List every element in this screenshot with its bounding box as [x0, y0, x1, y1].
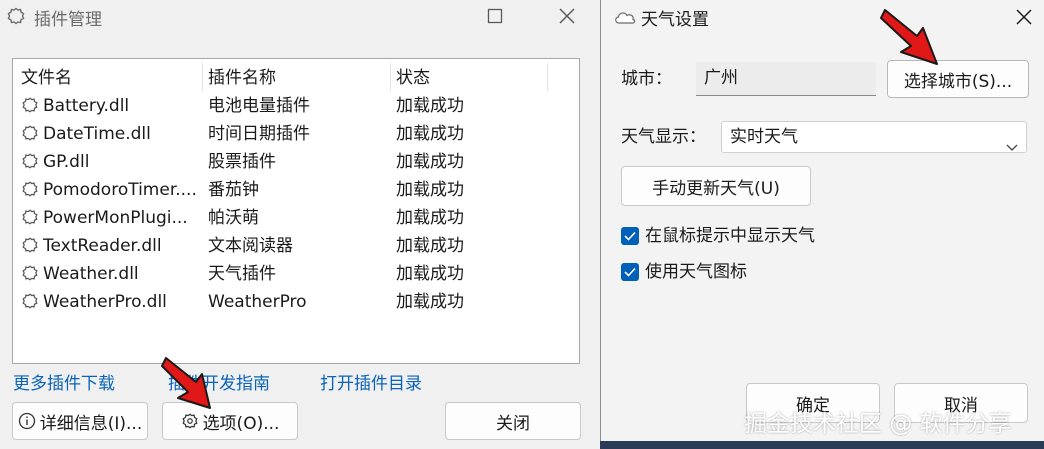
plugin-list[interactable]: 文件名 插件名称 状态 Battery.dll 电池电量插件 加载成功 Date… — [12, 58, 580, 364]
row-filename: Weather.dll — [43, 264, 139, 284]
city-label: 城市： — [621, 69, 672, 89]
info-icon — [18, 412, 35, 430]
manual-update-button-label: 手动更新天气(U) — [652, 178, 780, 199]
city-value: 广州 — [704, 68, 738, 88]
open-plugin-dir-link[interactable]: 打开插件目录 — [320, 372, 422, 396]
table-row[interactable]: GP.dll 股票插件 加载成功 — [13, 148, 573, 176]
details-button-label: 详细信息(I)... — [39, 413, 143, 434]
row-status: 加载成功 — [396, 96, 464, 116]
column-header-status[interactable]: 状态 — [396, 65, 430, 91]
row-status: 加载成功 — [396, 152, 464, 172]
row-plugin-name: 天气插件 — [208, 264, 276, 284]
manual-update-button[interactable]: 手动更新天气(U) — [621, 166, 811, 206]
column-header-plugin-name[interactable]: 插件名称 — [208, 65, 276, 91]
checkmark-icon — [624, 231, 636, 241]
row-status: 加载成功 — [396, 236, 464, 256]
row-status: 加载成功 — [396, 208, 464, 228]
show-in-tooltip-label[interactable]: 在鼠标提示中显示天气 — [645, 224, 815, 248]
more-plugins-link[interactable]: 更多插件下载 — [13, 372, 115, 396]
close-icon[interactable] — [558, 7, 576, 29]
table-row[interactable]: TextReader.dll 文本阅读器 加载成功 — [13, 232, 573, 260]
use-weather-icon-label[interactable]: 使用天气图标 — [645, 260, 747, 284]
column-separator[interactable] — [547, 63, 548, 91]
row-plugin-name: 电池电量插件 — [208, 96, 310, 116]
row-filename: PomodoroTimer.... — [43, 180, 197, 200]
column-separator[interactable] — [390, 63, 391, 91]
row-filename: TextReader.dll — [43, 236, 162, 256]
plugin-gear-icon — [22, 293, 38, 309]
row-plugin-name: 番茄钟 — [208, 180, 259, 200]
use-weather-icon-checkbox[interactable] — [621, 263, 639, 281]
plugin-gear-icon — [22, 181, 38, 197]
table-row[interactable]: PowerMonPlugi... 帕沃萌 加载成功 — [13, 204, 573, 232]
cloud-icon — [613, 7, 637, 31]
plugin-gear-icon — [22, 125, 38, 141]
gear-icon — [182, 413, 198, 429]
row-filename: GP.dll — [43, 152, 90, 172]
desktop-strip — [600, 441, 1044, 449]
column-separator[interactable] — [202, 63, 203, 91]
table-row[interactable]: WeatherPro.dll WeatherPro 加载成功 — [13, 288, 573, 316]
plugin-gear-icon — [22, 265, 38, 281]
select-city-button-label: 选择城市(S)... — [903, 71, 1013, 92]
close-button-label: 关闭 — [496, 413, 530, 434]
weather-settings-window: 天气设置 城市： 广州 选择城市(S)... 天气显示： 实时天气 手动更新天气… — [600, 0, 1044, 449]
table-row[interactable]: Battery.dll 电池电量插件 加载成功 — [13, 92, 573, 120]
row-status: 加载成功 — [396, 124, 464, 144]
plugin-gear-icon — [22, 209, 38, 225]
checkmark-icon — [624, 267, 636, 277]
row-status: 加载成功 — [396, 180, 464, 200]
row-plugin-name: 帕沃萌 — [208, 208, 259, 228]
row-plugin-name: WeatherPro — [208, 292, 307, 312]
row-filename: WeatherPro.dll — [43, 292, 167, 312]
show-in-tooltip-checkbox[interactable] — [621, 227, 639, 245]
chevron-down-icon — [1006, 132, 1018, 162]
maximize-icon[interactable] — [487, 8, 503, 28]
plugin-gear-icon — [22, 237, 38, 253]
column-header-filename[interactable]: 文件名 — [21, 65, 72, 91]
plugin-gear-icon — [22, 97, 38, 113]
table-row[interactable]: PomodoroTimer.... 番茄钟 加载成功 — [13, 176, 573, 204]
weather-window-title: 天气设置 — [641, 10, 709, 30]
row-plugin-name: 股票插件 — [208, 152, 276, 172]
annotation-arrow-icon — [161, 357, 211, 409]
row-status: 加载成功 — [396, 264, 464, 284]
plugin-gear-icon — [22, 153, 38, 169]
watermark-text: 掘金技术社区 @ 软件分享 — [744, 411, 1012, 437]
weather-display-label: 天气显示： — [621, 127, 706, 147]
close-button[interactable]: 关闭 — [445, 402, 581, 440]
plugin-manager-window: 插件管理 文件名 插件名称 状态 Battery.dll 电池电量插件 加载成功… — [0, 0, 600, 449]
annotation-arrow-icon — [880, 9, 938, 65]
details-button[interactable]: 详细信息(I)... — [12, 402, 148, 440]
table-row[interactable]: Weather.dll 天气插件 加载成功 — [13, 260, 573, 288]
row-status: 加载成功 — [396, 292, 464, 312]
row-plugin-name: 文本阅读器 — [208, 236, 293, 256]
table-row[interactable]: DateTime.dll 时间日期插件 加载成功 — [13, 120, 573, 148]
row-filename: Battery.dll — [43, 96, 130, 116]
close-icon[interactable] — [1015, 8, 1033, 30]
row-filename: PowerMonPlugi... — [43, 208, 188, 228]
plugin-window-title: 插件管理 — [34, 10, 102, 30]
weather-display-select[interactable]: 实时天气 — [721, 121, 1027, 153]
weather-display-value: 实时天气 — [730, 127, 798, 147]
row-plugin-name: 时间日期插件 — [208, 124, 310, 144]
row-filename: DateTime.dll — [43, 124, 151, 144]
city-field: 广州 — [696, 62, 876, 96]
plugin-app-icon — [6, 6, 26, 30]
